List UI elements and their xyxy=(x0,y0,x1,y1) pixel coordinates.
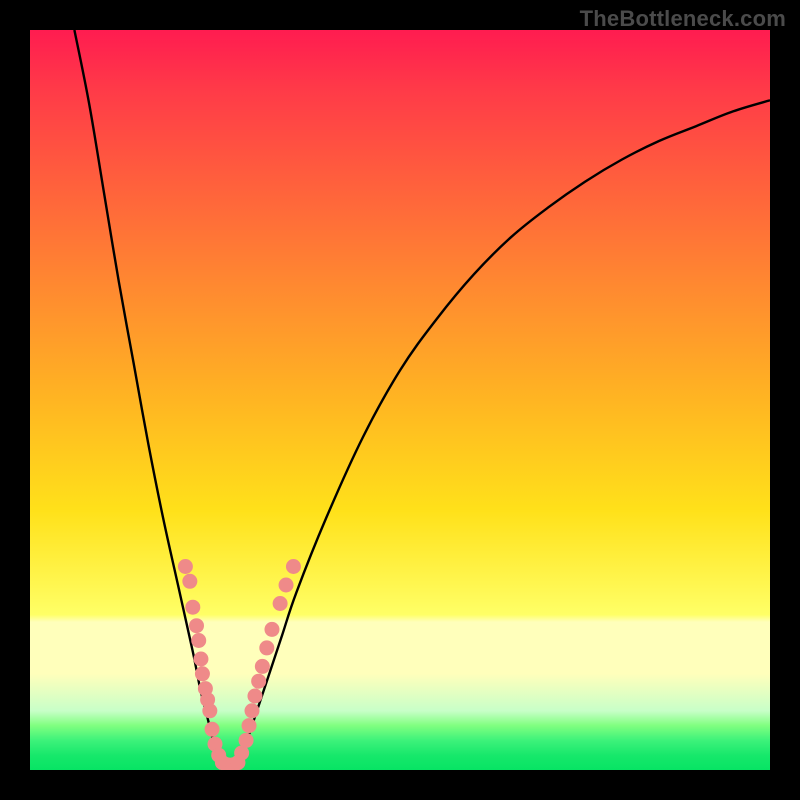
scatter-dot xyxy=(202,703,217,718)
plot-area xyxy=(30,30,770,770)
curve-layer xyxy=(30,30,770,770)
scatter-dot xyxy=(189,618,204,633)
scatter-dot xyxy=(205,722,220,737)
watermark-text: TheBottleneck.com xyxy=(580,6,786,32)
scatter-dot xyxy=(245,703,260,718)
scatter-dot xyxy=(178,559,193,574)
scatter-dot xyxy=(286,559,301,574)
scatter-dot xyxy=(259,640,274,655)
scatter-dot xyxy=(239,733,254,748)
scatter-dot xyxy=(279,578,294,593)
scatter-dot xyxy=(195,666,210,681)
chart-frame: TheBottleneck.com xyxy=(0,0,800,800)
scatter-dot xyxy=(264,622,279,637)
scatter-dot xyxy=(251,674,266,689)
right-curve xyxy=(237,100,770,770)
scatter-dot xyxy=(191,633,206,648)
scatter-dot xyxy=(255,659,270,674)
scatter-dot xyxy=(193,652,208,667)
scatter-dot xyxy=(247,689,262,704)
scatter-dot xyxy=(242,718,257,733)
scatter-dot xyxy=(273,596,288,611)
scatter-dot xyxy=(182,574,197,589)
scatter-dots xyxy=(178,559,301,770)
scatter-dot xyxy=(185,600,200,615)
